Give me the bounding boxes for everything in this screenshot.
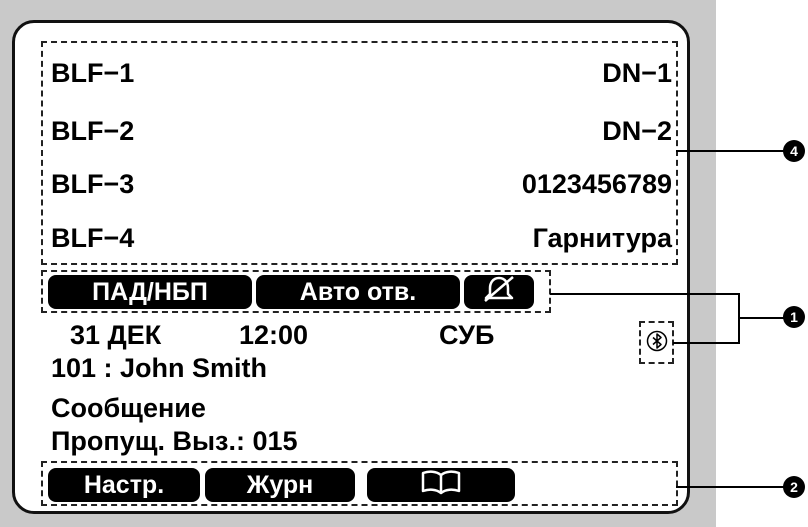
blf-1-value[interactable]: DN−1 <box>602 60 672 87</box>
callout-2: 2 <box>783 476 805 498</box>
callout-1-line-out <box>739 317 785 319</box>
blf-3-value[interactable]: 0123456789 <box>522 171 672 198</box>
day-text: СУБ <box>439 320 495 350</box>
log-softkey[interactable]: Журн <box>205 468 355 502</box>
blf-4-value[interactable]: Гарнитура <box>533 225 672 252</box>
book-icon <box>420 469 462 502</box>
dnd-fwd-button[interactable]: ПАД/НБП <box>48 275 252 309</box>
auto-answer-button[interactable]: Авто отв. <box>256 275 460 309</box>
user-line: 101 : John Smith <box>51 353 268 383</box>
callout-1-line-bottom <box>673 342 739 344</box>
phone-display: BLF−1 DN−1 BLF−2 DN−2 BLF−3 0123456789 B… <box>12 20 690 514</box>
missed-calls-line: Пропущ. Выз.: 015 <box>51 426 298 456</box>
blf-2-value[interactable]: DN−2 <box>602 118 672 145</box>
callout-4: 4 <box>783 140 805 162</box>
message-line: Сообщение <box>51 393 206 423</box>
callout-1: 1 <box>783 306 805 328</box>
ringer-off-button[interactable] <box>464 275 534 309</box>
blf-3-label[interactable]: BLF−3 <box>51 171 134 198</box>
blf-1-label[interactable]: BLF−1 <box>51 60 134 87</box>
bell-muted-icon <box>481 275 517 310</box>
blf-4-label[interactable]: BLF−4 <box>51 225 134 252</box>
callout-1-line-top <box>550 293 739 295</box>
bluetooth-icon <box>646 330 668 357</box>
callout-2-line <box>676 486 784 488</box>
callout-4-line <box>676 150 784 152</box>
settings-softkey[interactable]: Настр. <box>48 468 200 502</box>
date-text: 31 ДЕК <box>70 320 162 350</box>
blf-2-label[interactable]: BLF−2 <box>51 118 134 145</box>
time-text: 12:00 <box>239 320 309 350</box>
phonebook-softkey[interactable] <box>367 468 515 502</box>
